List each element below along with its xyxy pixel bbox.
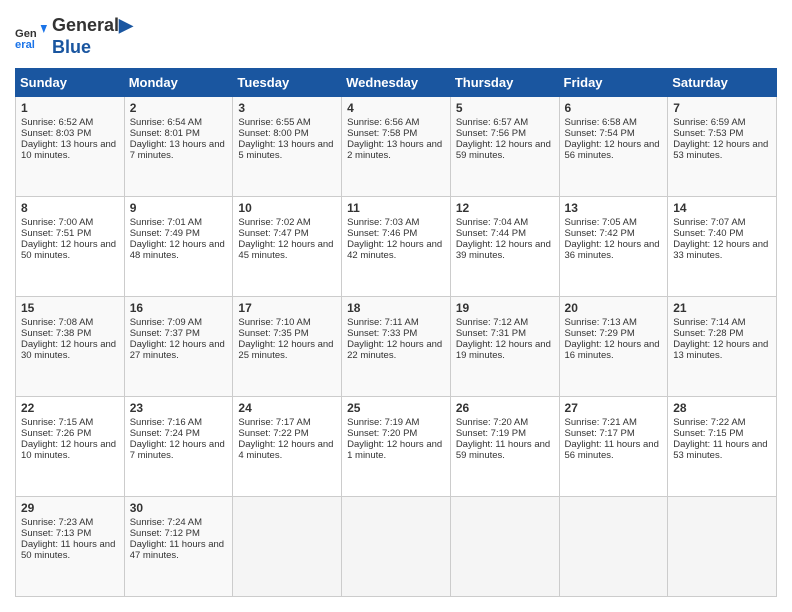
col-wednesday: Wednesday xyxy=(342,69,451,97)
calendar-cell xyxy=(559,497,668,597)
logo-general: General▶ xyxy=(52,15,133,37)
calendar-cell xyxy=(450,497,559,597)
day-number: 16 xyxy=(130,301,228,315)
day-number: 6 xyxy=(565,101,663,115)
logo-icon: Gen eral xyxy=(15,21,47,53)
calendar-cell: 7Sunrise: 6:59 AMSunset: 7:53 PMDaylight… xyxy=(668,97,777,197)
day-number: 13 xyxy=(565,201,663,215)
col-sunday: Sunday xyxy=(16,69,125,97)
day-number: 28 xyxy=(673,401,771,415)
day-number: 3 xyxy=(238,101,336,115)
logo-blue: Blue xyxy=(52,37,133,59)
calendar-cell: 17Sunrise: 7:10 AMSunset: 7:35 PMDayligh… xyxy=(233,297,342,397)
calendar-cell xyxy=(342,497,451,597)
svg-text:Gen: Gen xyxy=(15,28,37,40)
calendar-cell: 1Sunrise: 6:52 AMSunset: 8:03 PMDaylight… xyxy=(16,97,125,197)
calendar-cell: 3Sunrise: 6:55 AMSunset: 8:00 PMDaylight… xyxy=(233,97,342,197)
day-number: 24 xyxy=(238,401,336,415)
day-number: 17 xyxy=(238,301,336,315)
calendar-cell xyxy=(233,497,342,597)
day-number: 10 xyxy=(238,201,336,215)
calendar-cell: 15Sunrise: 7:08 AMSunset: 7:38 PMDayligh… xyxy=(16,297,125,397)
day-number: 30 xyxy=(130,501,228,515)
calendar-cell: 12Sunrise: 7:04 AMSunset: 7:44 PMDayligh… xyxy=(450,197,559,297)
calendar-cell: 10Sunrise: 7:02 AMSunset: 7:47 PMDayligh… xyxy=(233,197,342,297)
calendar-cell: 29Sunrise: 7:23 AMSunset: 7:13 PMDayligh… xyxy=(16,497,125,597)
col-monday: Monday xyxy=(124,69,233,97)
calendar-cell: 24Sunrise: 7:17 AMSunset: 7:22 PMDayligh… xyxy=(233,397,342,497)
calendar-cell: 23Sunrise: 7:16 AMSunset: 7:24 PMDayligh… xyxy=(124,397,233,497)
day-number: 7 xyxy=(673,101,771,115)
calendar-cell: 2Sunrise: 6:54 AMSunset: 8:01 PMDaylight… xyxy=(124,97,233,197)
day-number: 22 xyxy=(21,401,119,415)
col-saturday: Saturday xyxy=(668,69,777,97)
calendar-cell: 11Sunrise: 7:03 AMSunset: 7:46 PMDayligh… xyxy=(342,197,451,297)
day-number: 26 xyxy=(456,401,554,415)
calendar-cell: 30Sunrise: 7:24 AMSunset: 7:12 PMDayligh… xyxy=(124,497,233,597)
day-number: 14 xyxy=(673,201,771,215)
day-number: 5 xyxy=(456,101,554,115)
day-number: 20 xyxy=(565,301,663,315)
col-thursday: Thursday xyxy=(450,69,559,97)
calendar-cell: 20Sunrise: 7:13 AMSunset: 7:29 PMDayligh… xyxy=(559,297,668,397)
calendar-cell: 25Sunrise: 7:19 AMSunset: 7:20 PMDayligh… xyxy=(342,397,451,497)
day-number: 18 xyxy=(347,301,445,315)
calendar-cell: 26Sunrise: 7:20 AMSunset: 7:19 PMDayligh… xyxy=(450,397,559,497)
calendar-cell: 4Sunrise: 6:56 AMSunset: 7:58 PMDaylight… xyxy=(342,97,451,197)
calendar-cell: 28Sunrise: 7:22 AMSunset: 7:15 PMDayligh… xyxy=(668,397,777,497)
day-number: 29 xyxy=(21,501,119,515)
calendar-cell xyxy=(668,497,777,597)
calendar-cell: 6Sunrise: 6:58 AMSunset: 7:54 PMDaylight… xyxy=(559,97,668,197)
day-number: 21 xyxy=(673,301,771,315)
calendar-cell: 16Sunrise: 7:09 AMSunset: 7:37 PMDayligh… xyxy=(124,297,233,397)
page: Gen eral General▶ Blue Sunday Monday Tue… xyxy=(0,0,792,612)
calendar-table: Sunday Monday Tuesday Wednesday Thursday… xyxy=(15,68,777,597)
logo: Gen eral General▶ Blue xyxy=(15,15,133,58)
svg-text:eral: eral xyxy=(15,39,35,51)
day-number: 1 xyxy=(21,101,119,115)
day-number: 15 xyxy=(21,301,119,315)
day-number: 19 xyxy=(456,301,554,315)
calendar-cell: 19Sunrise: 7:12 AMSunset: 7:31 PMDayligh… xyxy=(450,297,559,397)
calendar-cell: 13Sunrise: 7:05 AMSunset: 7:42 PMDayligh… xyxy=(559,197,668,297)
day-number: 8 xyxy=(21,201,119,215)
day-number: 25 xyxy=(347,401,445,415)
calendar-cell: 8Sunrise: 7:00 AMSunset: 7:51 PMDaylight… xyxy=(16,197,125,297)
day-number: 12 xyxy=(456,201,554,215)
day-number: 4 xyxy=(347,101,445,115)
header: Gen eral General▶ Blue xyxy=(15,15,777,58)
day-number: 11 xyxy=(347,201,445,215)
col-tuesday: Tuesday xyxy=(233,69,342,97)
calendar-cell: 27Sunrise: 7:21 AMSunset: 7:17 PMDayligh… xyxy=(559,397,668,497)
calendar-cell: 14Sunrise: 7:07 AMSunset: 7:40 PMDayligh… xyxy=(668,197,777,297)
calendar-header-row: Sunday Monday Tuesday Wednesday Thursday… xyxy=(16,69,777,97)
day-number: 9 xyxy=(130,201,228,215)
calendar-cell: 22Sunrise: 7:15 AMSunset: 7:26 PMDayligh… xyxy=(16,397,125,497)
calendar-cell: 9Sunrise: 7:01 AMSunset: 7:49 PMDaylight… xyxy=(124,197,233,297)
calendar-cell: 5Sunrise: 6:57 AMSunset: 7:56 PMDaylight… xyxy=(450,97,559,197)
col-friday: Friday xyxy=(559,69,668,97)
day-number: 23 xyxy=(130,401,228,415)
calendar-cell: 18Sunrise: 7:11 AMSunset: 7:33 PMDayligh… xyxy=(342,297,451,397)
day-number: 2 xyxy=(130,101,228,115)
day-number: 27 xyxy=(565,401,663,415)
calendar-cell: 21Sunrise: 7:14 AMSunset: 7:28 PMDayligh… xyxy=(668,297,777,397)
